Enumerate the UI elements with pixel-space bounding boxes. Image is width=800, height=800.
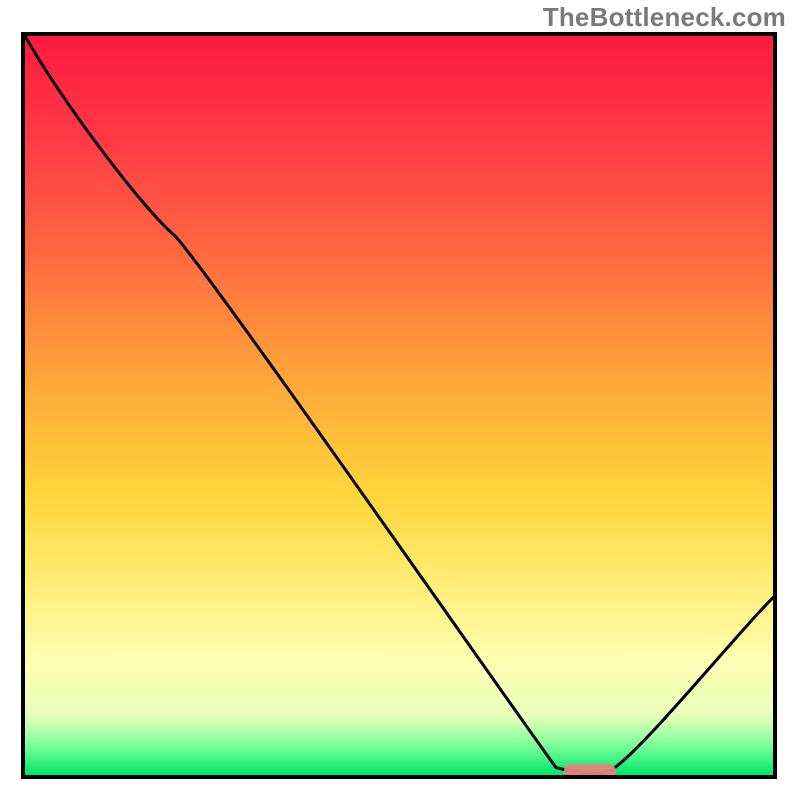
chart-container: TheBottleneck.com	[0, 0, 800, 800]
watermark-text: TheBottleneck.com	[543, 2, 786, 33]
optimum-marker	[564, 764, 616, 778]
line-curve	[25, 36, 773, 775]
curve-path	[25, 36, 773, 773]
plot-area	[21, 32, 777, 779]
